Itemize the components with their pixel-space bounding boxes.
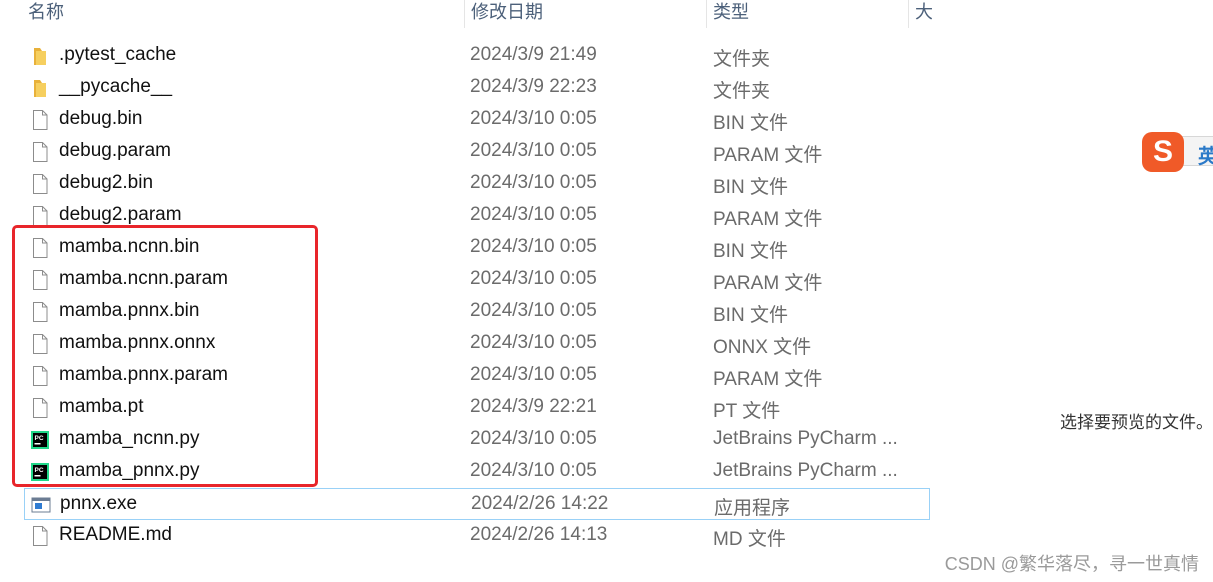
file-name: mamba.pnnx.param [59, 364, 228, 385]
file-date-modified: 2024/3/10 0:05 [470, 108, 597, 129]
file-date-modified: 2024/3/10 0:05 [470, 204, 597, 225]
file-row[interactable]: debug.bin 2024/3/10 0:05 BIN 文件 [24, 104, 930, 136]
file-date-modified: 2024/3/9 22:21 [470, 396, 597, 417]
file-icon [30, 365, 50, 387]
csdn-watermark: CSDN @繁华落尽，寻一世真情 [944, 554, 1199, 574]
preview-pane: 选择要预览的文件。 [932, 0, 1213, 582]
file-row[interactable]: __pycache__ 2024/3/9 22:23 文件夹 [24, 72, 930, 104]
file-date-modified: 2024/3/10 0:05 [470, 172, 597, 193]
file-name: debug2.param [59, 204, 182, 225]
file-row[interactable]: mamba.ncnn.param 2024/3/10 0:05 PARAM 文件 [24, 264, 930, 296]
file-date-modified: 2024/2/26 14:13 [470, 524, 608, 545]
file-name: mamba_pnnx.py [59, 460, 200, 481]
file-type: ONNX 文件 [713, 337, 812, 358]
file-type: JetBrains PyCharm ... [713, 460, 898, 481]
file-icon [30, 333, 50, 355]
file-type: BIN 文件 [713, 113, 788, 134]
file-date-modified: 2024/3/10 0:05 [470, 428, 597, 449]
file-icon [30, 237, 50, 259]
file-row[interactable]: debug2.bin 2024/3/10 0:05 BIN 文件 [24, 168, 930, 200]
file-row[interactable]: mamba.pt 2024/3/9 22:21 PT 文件 [24, 392, 930, 424]
file-row[interactable]: PC mamba_pnnx.py 2024/3/10 0:05 JetBrains P… [24, 456, 930, 488]
file-row[interactable]: mamba.ncnn.bin 2024/3/10 0:05 BIN 文件 [24, 232, 930, 264]
file-type: PARAM 文件 [713, 369, 823, 390]
column-header-bar: 名称 修改日期 类型 大 [0, 0, 932, 30]
file-row[interactable]: README.md 2024/2/26 14:13 MD 文件 [24, 520, 930, 552]
file-date-modified: 2024/2/26 14:22 [471, 493, 609, 514]
file-row[interactable]: pnnx.exe 2024/2/26 14:22 应用程序 [24, 488, 930, 520]
file-name: debug.bin [59, 108, 143, 129]
file-icon [30, 141, 50, 163]
file-name: debug.param [59, 140, 171, 161]
column-header-size[interactable]: 大 [908, 0, 932, 28]
file-row[interactable]: mamba.pnnx.bin 2024/3/10 0:05 BIN 文件 [24, 296, 930, 328]
file-list-pane: 名称 修改日期 类型 大 .pytest_cache 2024/3/9 21:49… [0, 0, 932, 582]
file-row[interactable]: PC mamba_ncnn.py 2024/3/10 0:05 JetBrains P… [24, 424, 930, 456]
folder-icon [30, 45, 50, 67]
file-row[interactable]: .pytest_cache 2024/3/9 21:49 文件夹 [24, 40, 930, 72]
file-icon [30, 301, 50, 323]
svg-text:PC: PC [35, 467, 44, 474]
file-row[interactable]: debug.param 2024/3/10 0:05 PARAM 文件 [24, 136, 930, 168]
file-type: PARAM 文件 [713, 145, 823, 166]
column-header-name[interactable]: 名称 [22, 0, 460, 28]
file-type: 文件夹 [713, 49, 771, 70]
file-name: mamba.pnnx.bin [59, 300, 200, 321]
ime-mode-label[interactable]: 英 [1198, 140, 1213, 169]
file-icon [30, 205, 50, 227]
pycharm-icon: PC [30, 429, 50, 451]
file-name: pnnx.exe [60, 493, 138, 514]
file-name: mamba.pnnx.onnx [59, 332, 216, 353]
file-row[interactable]: debug2.param 2024/3/10 0:05 PARAM 文件 [24, 200, 930, 232]
file-type: BIN 文件 [713, 305, 788, 326]
file-type: MD 文件 [713, 529, 786, 550]
file-date-modified: 2024/3/10 0:05 [470, 300, 597, 321]
file-date-modified: 2024/3/10 0:05 [470, 364, 597, 385]
file-date-modified: 2024/3/10 0:05 [470, 268, 597, 289]
file-name: mamba.ncnn.bin [59, 236, 200, 257]
file-icon [30, 269, 50, 291]
file-type: BIN 文件 [713, 177, 788, 198]
file-date-modified: 2024/3/9 22:23 [470, 76, 597, 97]
file-row[interactable]: mamba.pnnx.param 2024/3/10 0:05 PARAM 文件 [24, 360, 930, 392]
file-type: PT 文件 [713, 401, 781, 422]
column-header-date-modified[interactable]: 修改日期 [464, 0, 702, 28]
file-date-modified: 2024/3/10 0:05 [470, 140, 597, 161]
file-type: PARAM 文件 [713, 273, 823, 294]
file-icon [30, 397, 50, 419]
file-type: PARAM 文件 [713, 209, 823, 230]
file-date-modified: 2024/3/10 0:05 [470, 460, 597, 481]
file-date-modified: 2024/3/10 0:05 [470, 332, 597, 353]
file-icon [30, 173, 50, 195]
file-type: BIN 文件 [713, 241, 788, 262]
exe-icon [31, 494, 51, 516]
pycharm-icon: PC [30, 461, 50, 483]
file-name: README.md [59, 524, 172, 545]
file-icon [30, 109, 50, 131]
file-type: JetBrains PyCharm ... [713, 428, 898, 449]
sogou-logo-icon[interactable]: S [1142, 132, 1184, 172]
file-icon [30, 525, 50, 547]
file-name: .pytest_cache [59, 44, 177, 65]
file-name: __pycache__ [59, 76, 173, 97]
file-name: debug2.bin [59, 172, 154, 193]
svg-text:PC: PC [35, 435, 44, 442]
preview-empty-message: 选择要预览的文件。 [1060, 413, 1213, 432]
column-header-type[interactable]: 类型 [706, 0, 904, 28]
file-name: mamba.ncnn.param [59, 268, 228, 289]
file-type: 文件夹 [713, 81, 771, 102]
folder-icon [30, 77, 50, 99]
ime-toolbar[interactable]: 英 S [1140, 130, 1213, 174]
file-date-modified: 2024/3/10 0:05 [470, 236, 597, 257]
file-date-modified: 2024/3/9 21:49 [470, 44, 597, 65]
file-name: mamba_ncnn.py [59, 428, 200, 449]
file-row[interactable]: mamba.pnnx.onnx 2024/3/10 0:05 ONNX 文件 [24, 328, 930, 360]
file-type: 应用程序 [714, 498, 791, 519]
file-name: mamba.pt [59, 396, 144, 417]
